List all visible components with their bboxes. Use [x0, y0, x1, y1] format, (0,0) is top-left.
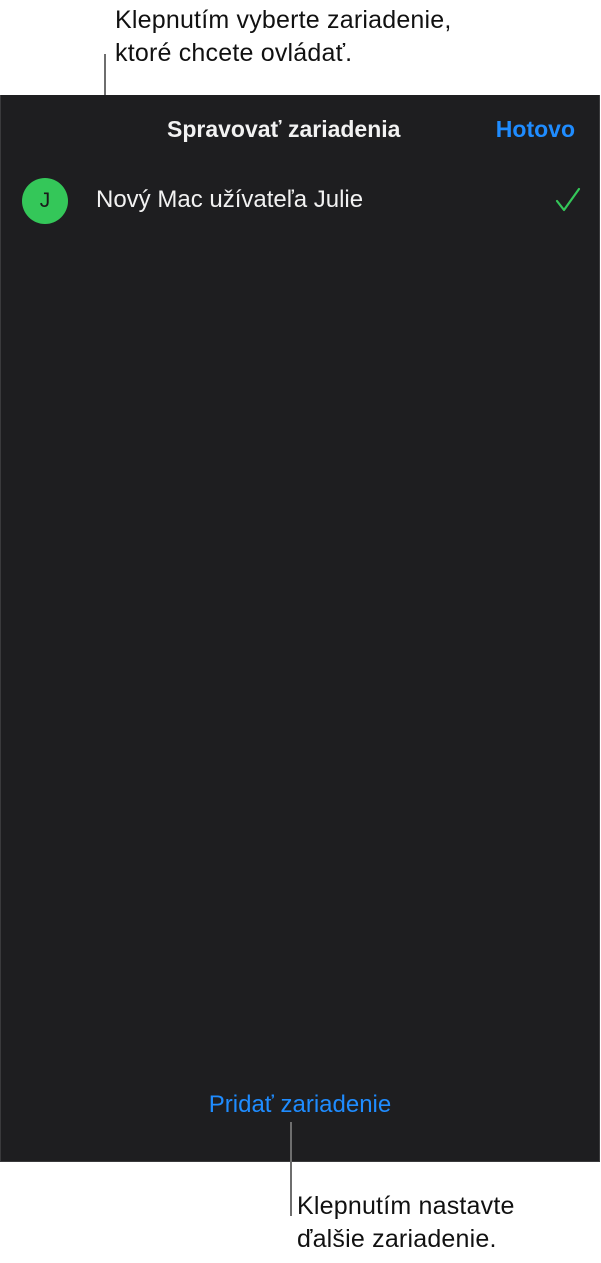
callout-leader-line: [290, 1122, 292, 1216]
done-button[interactable]: Hotovo: [496, 113, 575, 145]
annotated-screenshot: Klepnutím vyberte zariadenie, ktoré chce…: [0, 0, 601, 1263]
add-device-button[interactable]: Pridať zariadenie: [1, 1089, 599, 1121]
callout-line: Klepnutím nastavte: [297, 1192, 515, 1220]
manage-devices-screen: Spravovať zariadenia Hotovo J Nový Mac u…: [0, 95, 600, 1162]
device-list-item[interactable]: J Nový Mac užívateľa Julie: [1, 173, 601, 231]
callout-line: ďalšie zariadenie.: [297, 1225, 497, 1253]
callout-line: ktoré chcete ovládať.: [115, 39, 353, 67]
page-title: Spravovať zariadenia: [167, 116, 401, 142]
device-name: Nový Mac užívateľa Julie: [96, 186, 364, 213]
callout-select-device: Klepnutím vyberte zariadenie, ktoré chce…: [115, 4, 452, 70]
callout-line: Klepnutím vyberte zariadenie,: [115, 6, 452, 34]
checkmark-icon: [555, 187, 581, 212]
avatar: J: [22, 178, 68, 224]
callout-add-device: Klepnutím nastavte ďalšie zariadenie.: [297, 1190, 515, 1256]
